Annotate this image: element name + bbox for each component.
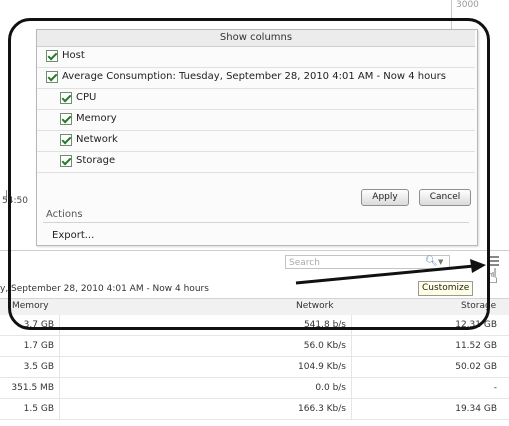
storage-cell: 11.52 GB (455, 341, 497, 351)
chart-axis-max-label: 3000 (456, 0, 479, 10)
column-option-host[interactable]: Host (37, 47, 475, 68)
network-checkbox[interactable] (60, 134, 72, 146)
storage-cell: 12.31 GB (455, 320, 497, 330)
search-icon[interactable]: 🔍︎ (425, 256, 438, 267)
memory-cell: 1.5 GB (23, 404, 54, 414)
storage-cell: - (493, 383, 497, 393)
storage-cell: 50.02 GB (455, 362, 497, 372)
network-cell: 104.9 Kb/s (298, 362, 346, 372)
apply-button[interactable]: Apply (361, 189, 409, 206)
network-cell: 56.0 Kb/s (303, 341, 346, 351)
actions-divider (43, 222, 469, 223)
table-row[interactable]: 3.5 GB 104.9 Kb/s 50.02 GB (0, 357, 509, 378)
host-checkbox[interactable] (46, 50, 58, 62)
column-option-label: Average Consumption: Tuesday, September … (62, 71, 446, 82)
memory-cell: 3.5 GB (23, 362, 54, 372)
network-cell: 0.0 b/s (315, 383, 346, 393)
column-option-label: Memory (76, 113, 117, 124)
column-option-label: Host (62, 50, 85, 61)
actions-section-label: Actions (46, 209, 83, 220)
table-row[interactable]: 351.5 MB 0.0 b/s - (0, 378, 509, 399)
chart-axis-tick-label: 54:50 (2, 196, 28, 206)
column-option-label: CPU (76, 92, 97, 103)
column-option-label: Network (76, 134, 118, 145)
table-row[interactable]: 1.7 GB 56.0 Kb/s 11.52 GB (0, 336, 509, 357)
show-columns-header: Show columns (37, 30, 475, 47)
table-header-row: Memory Network Storage (0, 298, 509, 316)
column-option-average-consumption[interactable]: Average Consumption: Tuesday, September … (37, 68, 475, 89)
export-menu-item[interactable]: Export... (52, 230, 94, 241)
table-row[interactable]: 1.5 GB 166.3 Kb/s 19.34 GB (0, 399, 509, 420)
average-consumption-checkbox[interactable] (46, 71, 58, 83)
storage-checkbox[interactable] (60, 155, 72, 167)
column-option-network[interactable]: Network (37, 131, 475, 152)
column-option-cpu[interactable]: CPU (37, 89, 475, 110)
column-header-memory[interactable]: Memory (12, 301, 49, 311)
table-group-header: y, September 28, 2010 4:01 AM - Now 4 ho… (0, 284, 209, 294)
column-option-memory[interactable]: Memory (37, 110, 475, 131)
column-option-label: Storage (76, 155, 116, 166)
show-columns-panel: Show columns Host Average Consumption: T… (36, 29, 478, 246)
memory-checkbox[interactable] (60, 113, 72, 125)
column-option-storage[interactable]: Storage (37, 152, 475, 173)
cpu-checkbox[interactable] (60, 92, 72, 104)
memory-cell: 351.5 MB (11, 383, 54, 393)
network-cell: 541.8 b/s (303, 320, 346, 330)
column-header-storage[interactable]: Storage (461, 301, 496, 311)
table-row[interactable]: 3.7 GB 541.8 b/s 12.31 GB (0, 315, 509, 336)
cancel-button[interactable]: Cancel (419, 189, 471, 206)
memory-cell: 1.7 GB (23, 341, 54, 351)
storage-cell: 19.34 GB (455, 404, 497, 414)
chevron-down-icon[interactable]: ▼ (438, 258, 443, 266)
network-cell: 166.3 Kb/s (298, 404, 346, 414)
column-header-network[interactable]: Network (296, 301, 334, 311)
memory-cell: 3.7 GB (23, 320, 54, 330)
